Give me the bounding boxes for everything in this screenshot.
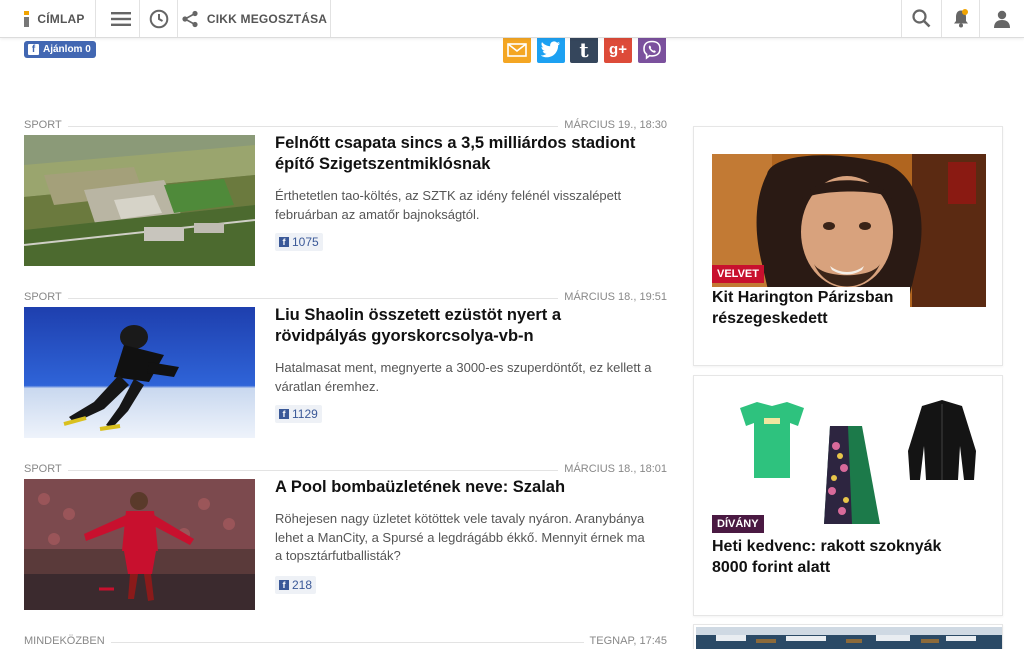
facebook-share-count[interactable]: f 1129	[275, 405, 322, 423]
article-category: MINDEKÖZBEN	[24, 635, 111, 647]
email-icon	[507, 42, 527, 57]
sidebar-promo-card[interactable]	[693, 624, 1003, 649]
share-google-plus-button[interactable]: g+	[604, 36, 632, 63]
home-label: CÍMLAP	[37, 11, 85, 26]
promo-title[interactable]: Heti kedvenc: rakott szoknyák 8000 forin…	[712, 536, 962, 578]
article-category: SPORT	[24, 291, 68, 303]
promo-image[interactable]	[696, 627, 1002, 649]
top-navigation-bar: CÍMLAP CIKK MEGOSZTÁSA	[0, 0, 1024, 38]
promo-image[interactable]	[712, 154, 986, 307]
celebrity-portrait-image	[712, 154, 986, 307]
football-player-image	[24, 479, 255, 610]
article-item[interactable]: MINDEKÖZBEN TEGNAP, 17:45	[24, 635, 667, 649]
article-item[interactable]: SPORT MÁRCIUS 19., 18:30 Felnőtt csapata…	[24, 119, 667, 279]
article-meta: MINDEKÖZBEN TEGNAP, 17:45	[24, 635, 667, 649]
article-date: TEGNAP, 17:45	[583, 635, 667, 647]
article-title[interactable]: Felnőtt csapata sincs a 3,5 milliárdos s…	[275, 133, 655, 175]
share-tumblr-button[interactable]: t	[570, 36, 598, 63]
share-icon	[182, 10, 198, 27]
article-date: MÁRCIUS 18., 19:51	[558, 291, 667, 303]
stadium-aerial-image	[24, 135, 255, 266]
notifications-button[interactable]	[941, 0, 979, 37]
clothing-products-image	[712, 396, 986, 526]
share-article-button[interactable]: CIKK MEGOSZTÁSA	[178, 0, 331, 37]
facebook-icon: f	[279, 580, 289, 590]
promo-image[interactable]	[712, 396, 986, 526]
recent-button[interactable]	[140, 0, 178, 37]
menu-button[interactable]	[102, 0, 140, 37]
account-button[interactable]	[979, 0, 1024, 37]
facebook-like-label: Ajánlom 0	[43, 44, 91, 55]
share-count-value: 1129	[292, 407, 318, 421]
article-date: MÁRCIUS 19., 18:30	[558, 119, 667, 131]
article-title[interactable]: Liu Shaolin összetett ezüstöt nyert a rö…	[275, 305, 655, 347]
share-count-value: 218	[292, 578, 313, 592]
article-thumbnail[interactable]	[24, 307, 255, 438]
article-item[interactable]: SPORT MÁRCIUS 18., 19:51 Liu Shaolin öss…	[24, 291, 667, 451]
article-item[interactable]: SPORT MÁRCIUS 18., 18:01 A Pool bombaüzl…	[24, 463, 667, 623]
twitter-icon	[541, 41, 560, 58]
share-article-label: CIKK MEGOSZTÁSA	[206, 11, 328, 26]
article-date: MÁRCIUS 18., 18:01	[558, 463, 667, 475]
facebook-icon: f	[28, 44, 39, 55]
harbor-image	[696, 627, 1002, 649]
article-thumbnail[interactable]	[24, 135, 255, 266]
meta-divider	[24, 642, 667, 643]
article-meta: SPORT MÁRCIUS 18., 18:01	[24, 463, 667, 477]
sidebar-promo-card[interactable]: VELVET Kit Harington Párizsban részegesk…	[693, 126, 1003, 366]
facebook-like-button[interactable]: f Ajánlom 0	[24, 41, 96, 58]
search-button[interactable]	[901, 0, 941, 37]
google-plus-icon: g+	[609, 41, 627, 58]
promo-title[interactable]: Kit Harington Párizsban részegeskedett	[712, 287, 910, 329]
article-category: SPORT	[24, 119, 68, 131]
section-tag[interactable]: DÍVÁNY	[712, 515, 764, 533]
share-email-button[interactable]	[503, 36, 531, 63]
clock-icon	[149, 9, 168, 28]
facebook-icon: f	[279, 409, 289, 419]
share-viber-button[interactable]	[638, 36, 666, 63]
menu-icon	[110, 11, 131, 26]
article-lead: Röhejesen nagy üzletet kötöttek vele tav…	[275, 511, 645, 563]
notification-dot	[962, 9, 968, 15]
home-link[interactable]: CÍMLAP	[14, 0, 96, 37]
article-lead: Hatalmasat ment, megnyerte a 3000-es szu…	[275, 360, 652, 394]
search-icon	[912, 9, 931, 28]
article-title[interactable]: A Pool bombaüzletének neve: Szalah	[275, 477, 655, 498]
share-twitter-button[interactable]	[537, 36, 565, 63]
site-logo-icon	[24, 10, 30, 27]
tumblr-icon: t	[579, 37, 589, 62]
sidebar-promo-card[interactable]: DÍVÁNY Heti kedvenc: rakott szoknyák 800…	[693, 375, 1003, 616]
section-tag[interactable]: VELVET	[712, 265, 764, 283]
speed-skater-image	[24, 307, 255, 438]
viber-icon	[643, 40, 661, 60]
article-lead: Érthetetlen tao-költés, az SZTK az idény…	[275, 188, 622, 222]
facebook-share-count[interactable]: f 1075	[275, 233, 323, 251]
user-icon	[994, 10, 1010, 28]
article-meta: SPORT MÁRCIUS 19., 18:30	[24, 119, 667, 133]
article-category: SPORT	[24, 463, 68, 475]
facebook-share-count[interactable]: f 218	[275, 576, 317, 594]
article-meta: SPORT MÁRCIUS 18., 19:51	[24, 291, 667, 305]
facebook-icon: f	[279, 237, 289, 247]
share-count-value: 1075	[292, 235, 319, 249]
article-thumbnail[interactable]	[24, 479, 255, 610]
